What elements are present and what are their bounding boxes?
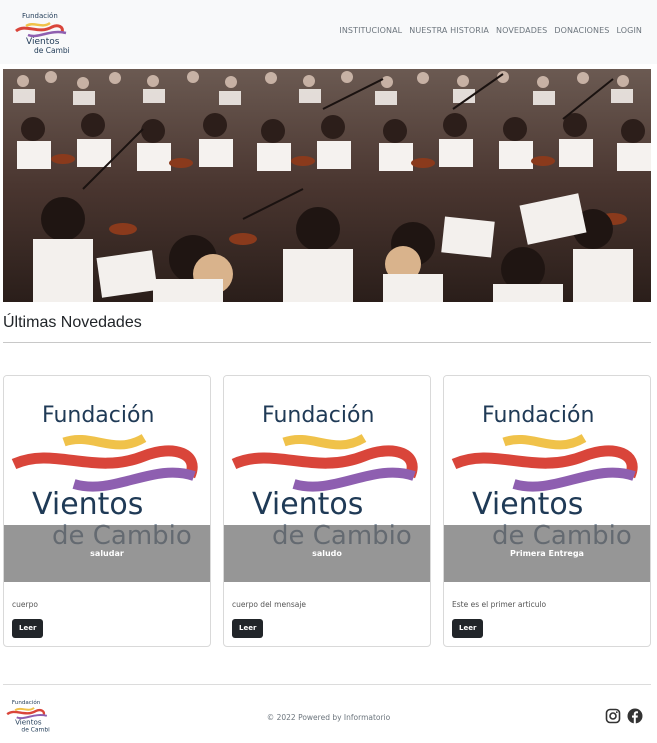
read-button[interactable]: Leer xyxy=(12,619,44,638)
card-text: Este es el primer articulo xyxy=(452,600,547,609)
card-caption: saludar xyxy=(90,549,124,558)
svg-text:Fundación: Fundación xyxy=(12,699,41,706)
instagram-icon xyxy=(605,708,621,724)
nav-item-donaciones[interactable]: DONACIONES xyxy=(554,26,609,35)
svg-text:Vientos: Vientos xyxy=(472,487,583,522)
svg-text:Vientos: Vientos xyxy=(32,487,143,522)
nav-item-institucional[interactable]: INSTITUCIONAL xyxy=(339,26,402,35)
nav-item-login[interactable]: LOGIN xyxy=(616,26,642,35)
card-text: cuerpo xyxy=(12,600,38,609)
section-title: Últimas Novedades xyxy=(3,314,142,331)
card-caption: Primera Entrega xyxy=(510,549,584,558)
svg-text:Fundación: Fundación xyxy=(42,403,154,428)
svg-text:Fundación: Fundación xyxy=(22,12,58,20)
svg-text:Fundación: Fundación xyxy=(482,403,594,428)
svg-text:de Cambio: de Cambio xyxy=(34,46,70,55)
instagram-link[interactable] xyxy=(605,708,621,724)
news-card: Fundación Vientos de Cambio Primera Entr… xyxy=(443,375,651,647)
brand-logo-link[interactable]: Fundación Vientos de Cambio xyxy=(12,9,70,55)
facebook-link[interactable] xyxy=(627,708,643,724)
news-card: Fundación Vientos de Cambio saludo cuerp… xyxy=(223,375,431,647)
brand-logo-icon: Fundación Vientos de Cambio xyxy=(15,12,70,55)
section-divider xyxy=(3,342,651,343)
news-card: Fundación Vientos de Cambio saludar cuer… xyxy=(3,375,211,647)
hero-image xyxy=(3,69,651,302)
card-caption: saludo xyxy=(312,549,342,558)
svg-text:Fundación: Fundación xyxy=(262,403,374,428)
footer-copyright: © 2022 Powered by Informatorio xyxy=(266,713,391,722)
nav-item-novedades[interactable]: NOVEDADES xyxy=(496,26,547,35)
footer-divider xyxy=(3,684,651,685)
svg-text:Vientos: Vientos xyxy=(252,487,363,522)
nav-links: INSTITUCIONAL NUESTRA HISTORIA NOVEDADES… xyxy=(339,26,642,35)
card-text: cuerpo del mensaje xyxy=(232,600,307,609)
facebook-icon xyxy=(627,708,643,724)
svg-text:de Cambio: de Cambio xyxy=(21,727,50,734)
nav-item-nuestra-historia[interactable]: NUESTRA HISTORIA xyxy=(409,26,489,35)
read-button[interactable]: Leer xyxy=(232,619,264,638)
navbar: Fundación Vientos de Cambio INSTITUCIONA… xyxy=(0,0,657,64)
read-button[interactable]: Leer xyxy=(452,619,484,638)
